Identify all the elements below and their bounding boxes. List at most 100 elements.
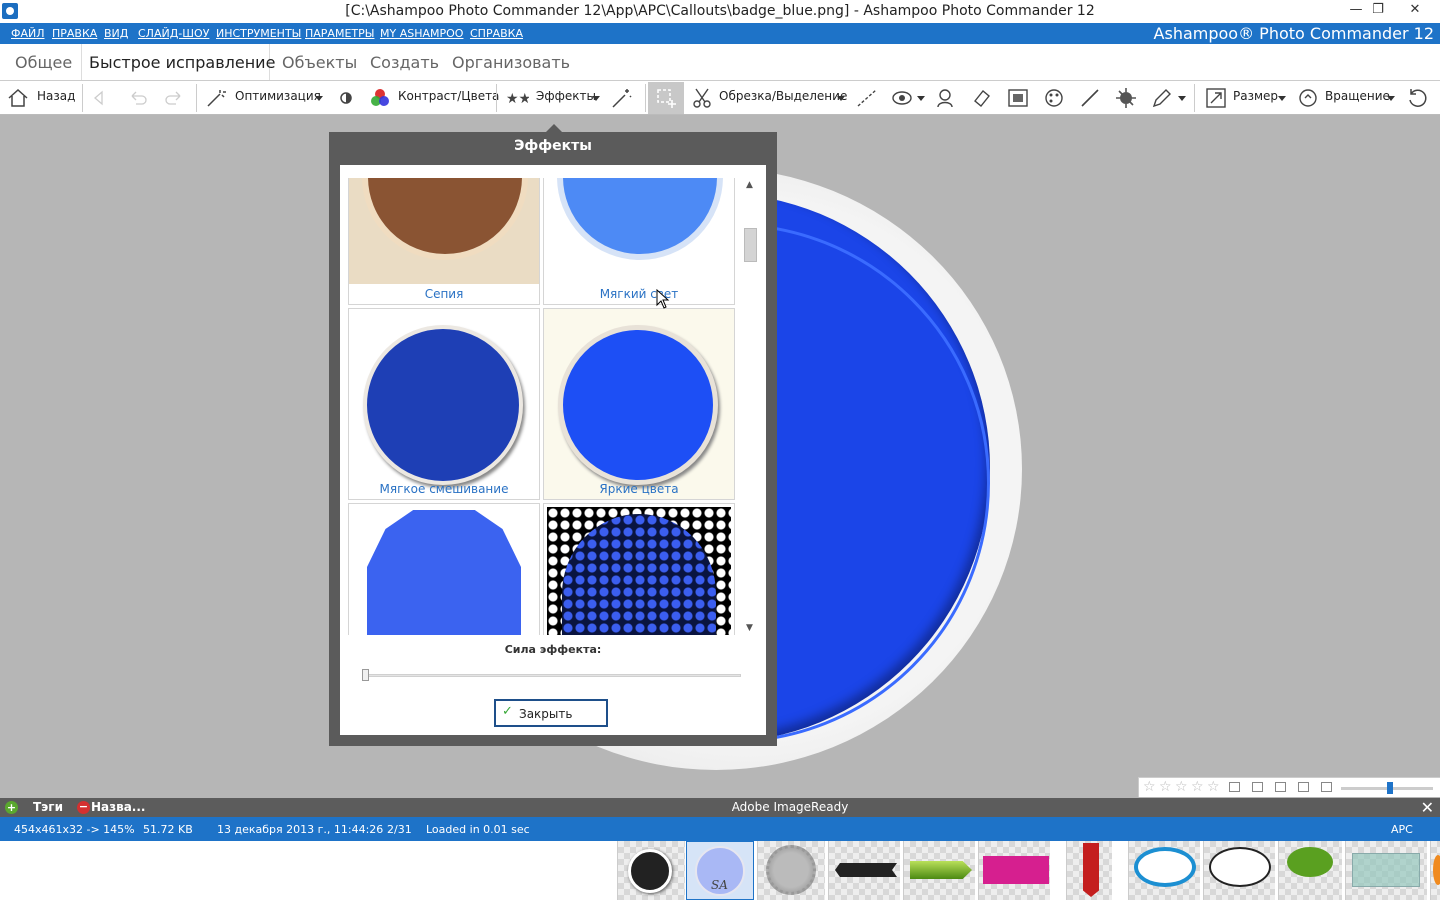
close-dialog-button[interactable]: ✓ Закрыть: [494, 699, 608, 727]
crop-select-icon[interactable]: [654, 86, 678, 110]
effect-label: Сепия: [424, 287, 464, 301]
pen-icon[interactable]: [1150, 86, 1174, 110]
straighten-icon[interactable]: [855, 86, 879, 110]
tab-create[interactable]: Создать: [370, 53, 439, 72]
rotate-button[interactable]: Вращение: [1325, 89, 1390, 103]
frame-icon[interactable]: [1006, 86, 1030, 110]
scrollbar-thumb[interactable]: [744, 228, 757, 262]
menu-help[interactable]: СПРАВКА: [470, 27, 523, 40]
undo-icon[interactable]: [126, 86, 150, 110]
menu-tools[interactable]: ИНСТРУМЕНТЫ: [216, 27, 301, 40]
effects-thumbnail-grid: Сепия Мягкий свет Мягкое смешивание Ярки…: [348, 178, 738, 635]
chevron-down-icon[interactable]: [592, 96, 600, 101]
splash-icon[interactable]: [1114, 86, 1138, 110]
effect-thumb-soft-light[interactable]: Мягкий свет: [543, 178, 735, 305]
mouse-cursor-icon: [656, 289, 670, 309]
chevron-down-icon[interactable]: [1278, 96, 1286, 101]
close-infobar-icon[interactable]: ✕: [1421, 798, 1434, 817]
filmstrip-thumb-badge-blue[interactable]: SA: [686, 841, 754, 900]
view-compare-icon[interactable]: [1252, 782, 1263, 792]
close-window-button[interactable]: ✕: [1400, 0, 1430, 20]
filmstrip-thumb-black-sticker[interactable]: [617, 841, 685, 900]
separator: [196, 84, 197, 112]
effect-thumb-pixelate[interactable]: [348, 503, 540, 635]
thumbnail-scrollbar[interactable]: ▲ ▼: [743, 178, 758, 635]
red-eye-icon[interactable]: [890, 86, 914, 110]
tab-quick-fix[interactable]: Быстрое исправление: [89, 53, 275, 72]
filmstrip-thumb-seal[interactable]: [757, 841, 825, 900]
sparkle-wand-icon[interactable]: [610, 86, 634, 110]
eraser-icon[interactable]: [970, 86, 994, 110]
contrast-colors-button[interactable]: Контраст/Цвета: [398, 89, 499, 103]
effect-thumb-soft-blend[interactable]: Мягкое смешивание: [348, 308, 540, 500]
portrait-icon[interactable]: [935, 86, 959, 110]
zoom-slider-thumb[interactable]: [1387, 782, 1393, 794]
menu-options[interactable]: ПАРАМЕТРЫ: [305, 27, 374, 40]
filmstrip-thumb-glass-panel[interactable]: [1345, 841, 1427, 900]
chevron-down-icon[interactable]: [315, 96, 323, 101]
color-balance-icon[interactable]: [368, 86, 392, 110]
dialog-pointer: [546, 124, 562, 132]
back-button[interactable]: Назад: [37, 89, 75, 103]
magic-wand-icon[interactable]: [204, 86, 228, 110]
maximize-button[interactable]: ❐: [1363, 0, 1393, 20]
monitor-icon[interactable]: [1321, 782, 1332, 792]
window-title: [C:\Ashampoo Photo Commander 12\App\APC\…: [345, 3, 1095, 19]
tab-objects[interactable]: Объекты: [282, 53, 357, 72]
rotate-icon[interactable]: [1296, 86, 1320, 110]
rating-star-1[interactable]: ☆: [1143, 779, 1156, 795]
filmstrip-thumb-green-bubble[interactable]: [1278, 841, 1342, 900]
effect-thumb-vivid-colors[interactable]: Яркие цвета: [543, 308, 735, 500]
filmstrip-thumb-red-tag[interactable]: [1066, 841, 1112, 900]
rating-star-5[interactable]: ☆: [1207, 779, 1220, 795]
scissors-icon[interactable]: [690, 86, 714, 110]
chevron-down-icon[interactable]: [1178, 96, 1186, 101]
chevron-down-icon[interactable]: [917, 96, 925, 101]
chevron-down-icon[interactable]: [1387, 96, 1395, 101]
tab-bar: Общее Быстрое исправление Объекты Создат…: [0, 44, 1440, 80]
filmstrip-thumb-green-arrow[interactable]: [903, 841, 975, 900]
filmstrip-thumb-blue-bubble[interactable]: [1128, 841, 1200, 900]
undo-all-icon[interactable]: [90, 86, 114, 110]
effects-button[interactable]: Эффекты: [536, 89, 596, 103]
resize-icon[interactable]: [1204, 86, 1228, 110]
menu-my-ashampoo[interactable]: MY ASHAMPOO: [380, 27, 463, 40]
view-grid-icon[interactable]: [1275, 782, 1286, 792]
effect-thumb-sepia[interactable]: Сепия: [348, 178, 540, 305]
menu-edit[interactable]: ПРАВКА: [52, 27, 97, 40]
status-app: APC: [1391, 823, 1413, 836]
tab-organize[interactable]: Организовать: [452, 53, 570, 72]
filmstrip-thumb-black-banner[interactable]: [828, 841, 900, 900]
view-single-icon[interactable]: [1229, 782, 1240, 792]
status-date: 13 декабря 2013 г., 11:44:26: [217, 823, 384, 836]
tab-general[interactable]: Общее: [15, 53, 72, 72]
redo-icon[interactable]: [162, 86, 186, 110]
brightness-icon[interactable]: [334, 86, 358, 110]
menu-slideshow[interactable]: СЛАЙД-ШОУ: [138, 27, 209, 40]
rating-star-3[interactable]: ☆: [1175, 779, 1188, 795]
filmstrip-thumb-partial[interactable]: [1430, 841, 1440, 900]
scroll-down-icon[interactable]: ▼: [746, 623, 753, 633]
menu-file[interactable]: ФАЙЛ: [11, 27, 45, 40]
filmstrip-thumb-white-bubble[interactable]: [1203, 841, 1275, 900]
palette-icon[interactable]: [1042, 86, 1066, 110]
effect-strength-slider-track[interactable]: [365, 674, 741, 677]
rating-star-2[interactable]: ☆: [1159, 779, 1172, 795]
brush-icon[interactable]: [1078, 86, 1102, 110]
home-icon[interactable]: [6, 86, 30, 110]
resize-button[interactable]: Размер: [1233, 89, 1278, 103]
filmstrip-thumb-pink-banner[interactable]: [978, 841, 1050, 900]
fullscreen-icon[interactable]: [1298, 782, 1309, 792]
effects-stars-icon[interactable]: ★★: [505, 86, 529, 110]
optimize-button[interactable]: Оптимизация: [235, 89, 321, 103]
rotate-left-icon[interactable]: [1405, 86, 1429, 110]
effect-strength-slider-thumb[interactable]: [362, 669, 369, 681]
effect-thumb-halftone[interactable]: [543, 503, 735, 635]
scroll-up-icon[interactable]: ▲: [746, 180, 753, 190]
crop-selection-button[interactable]: Обрезка/Выделение: [719, 89, 847, 103]
rating-star-4[interactable]: ☆: [1191, 779, 1204, 795]
menu-view[interactable]: ВИД: [104, 27, 128, 40]
separator: [82, 84, 83, 112]
filmstrip: SA: [0, 841, 1440, 900]
chevron-down-icon[interactable]: [837, 96, 845, 101]
